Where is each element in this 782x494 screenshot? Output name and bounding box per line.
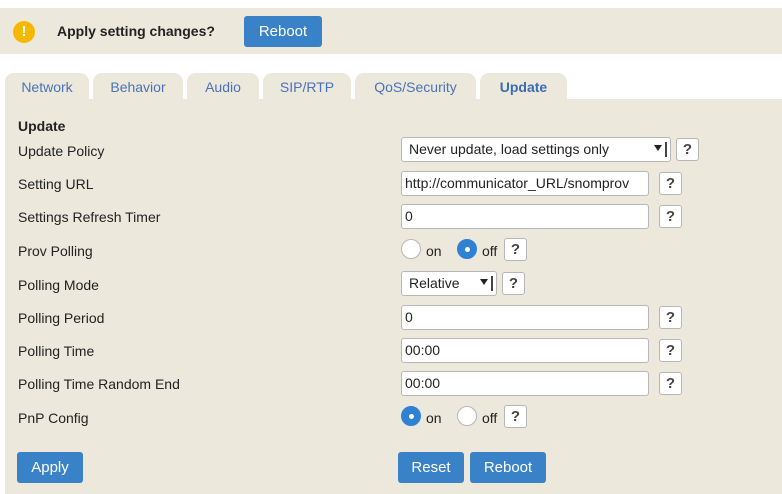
select-arrow-bar bbox=[665, 142, 667, 157]
prov-polling-on-radio[interactable] bbox=[401, 239, 421, 259]
help-icon[interactable]: ? bbox=[659, 372, 682, 395]
polling-mode-value: Relative bbox=[409, 275, 460, 291]
pnp-config-on-radio[interactable] bbox=[401, 406, 421, 426]
polling-mode-select[interactable]: Relative bbox=[401, 271, 497, 296]
pnp-config-label: PnP Config bbox=[18, 410, 89, 426]
update-policy-select[interactable]: Never update, load settings only bbox=[401, 137, 671, 162]
tab-update[interactable]: Update bbox=[480, 73, 567, 99]
polling-time-random-end-label: Polling Time Random End bbox=[18, 376, 180, 392]
help-icon[interactable]: ? bbox=[502, 272, 525, 295]
tab-audio[interactable]: Audio bbox=[187, 73, 259, 99]
warning-icon: ! bbox=[13, 21, 35, 43]
pnp-config-on-label: on bbox=[426, 410, 442, 426]
tab-behavior[interactable]: Behavior bbox=[93, 73, 183, 99]
pnp-config-off-label: off bbox=[482, 410, 498, 426]
select-arrow-bar bbox=[491, 276, 493, 291]
setting-url-label: Setting URL bbox=[18, 176, 94, 192]
polling-time-field[interactable]: 00:00 bbox=[401, 338, 649, 363]
apply-button[interactable]: Apply bbox=[17, 452, 83, 483]
help-icon[interactable]: ? bbox=[676, 138, 699, 161]
chevron-down-icon bbox=[480, 279, 488, 285]
notice-reboot-button[interactable]: Reboot bbox=[244, 16, 322, 47]
help-icon[interactable]: ? bbox=[659, 205, 682, 228]
refresh-timer-field[interactable]: 0 bbox=[401, 204, 649, 229]
help-icon[interactable]: ? bbox=[504, 238, 527, 261]
section-title: Update bbox=[18, 118, 66, 134]
cut-off-header bbox=[0, 0, 782, 6]
notice-text: Apply setting changes? bbox=[57, 23, 215, 39]
setting-url-field[interactable]: http://communicator_URL/snomprov bbox=[401, 171, 649, 196]
reset-button[interactable]: Reset bbox=[398, 452, 464, 483]
prov-polling-on-label: on bbox=[426, 243, 442, 259]
prov-polling-label: Prov Polling bbox=[18, 243, 93, 259]
polling-period-label: Polling Period bbox=[18, 310, 105, 326]
help-icon[interactable]: ? bbox=[659, 172, 682, 195]
chevron-down-icon bbox=[654, 145, 662, 151]
tab-qos-security[interactable]: QoS/Security bbox=[355, 73, 476, 99]
help-icon[interactable]: ? bbox=[504, 405, 527, 428]
tab-sip-rtp[interactable]: SIP/RTP bbox=[263, 73, 351, 99]
polling-mode-label: Polling Mode bbox=[18, 277, 99, 293]
help-icon[interactable]: ? bbox=[659, 306, 682, 329]
apply-changes-notice: ! Apply setting changes? Reboot bbox=[0, 8, 782, 54]
polling-time-label: Polling Time bbox=[18, 343, 95, 359]
polling-period-field[interactable]: 0 bbox=[401, 305, 649, 330]
refresh-timer-label: Settings Refresh Timer bbox=[18, 209, 161, 225]
update-policy-label: Update Policy bbox=[18, 143, 105, 159]
tab-network[interactable]: Network bbox=[5, 73, 89, 99]
update-policy-value: Never update, load settings only bbox=[409, 141, 610, 157]
settings-tabs: Network Behavior Audio SIP/RTP QoS/Secur… bbox=[0, 73, 782, 99]
help-icon[interactable]: ? bbox=[659, 339, 682, 362]
prov-polling-off-radio[interactable] bbox=[457, 239, 477, 259]
prov-polling-off-label: off bbox=[482, 243, 498, 259]
update-settings-panel: Update Update Policy Never update, load … bbox=[5, 99, 782, 494]
reboot-button[interactable]: Reboot bbox=[470, 452, 546, 483]
pnp-config-off-radio[interactable] bbox=[457, 406, 477, 426]
polling-time-random-end-field[interactable]: 00:00 bbox=[401, 371, 649, 396]
